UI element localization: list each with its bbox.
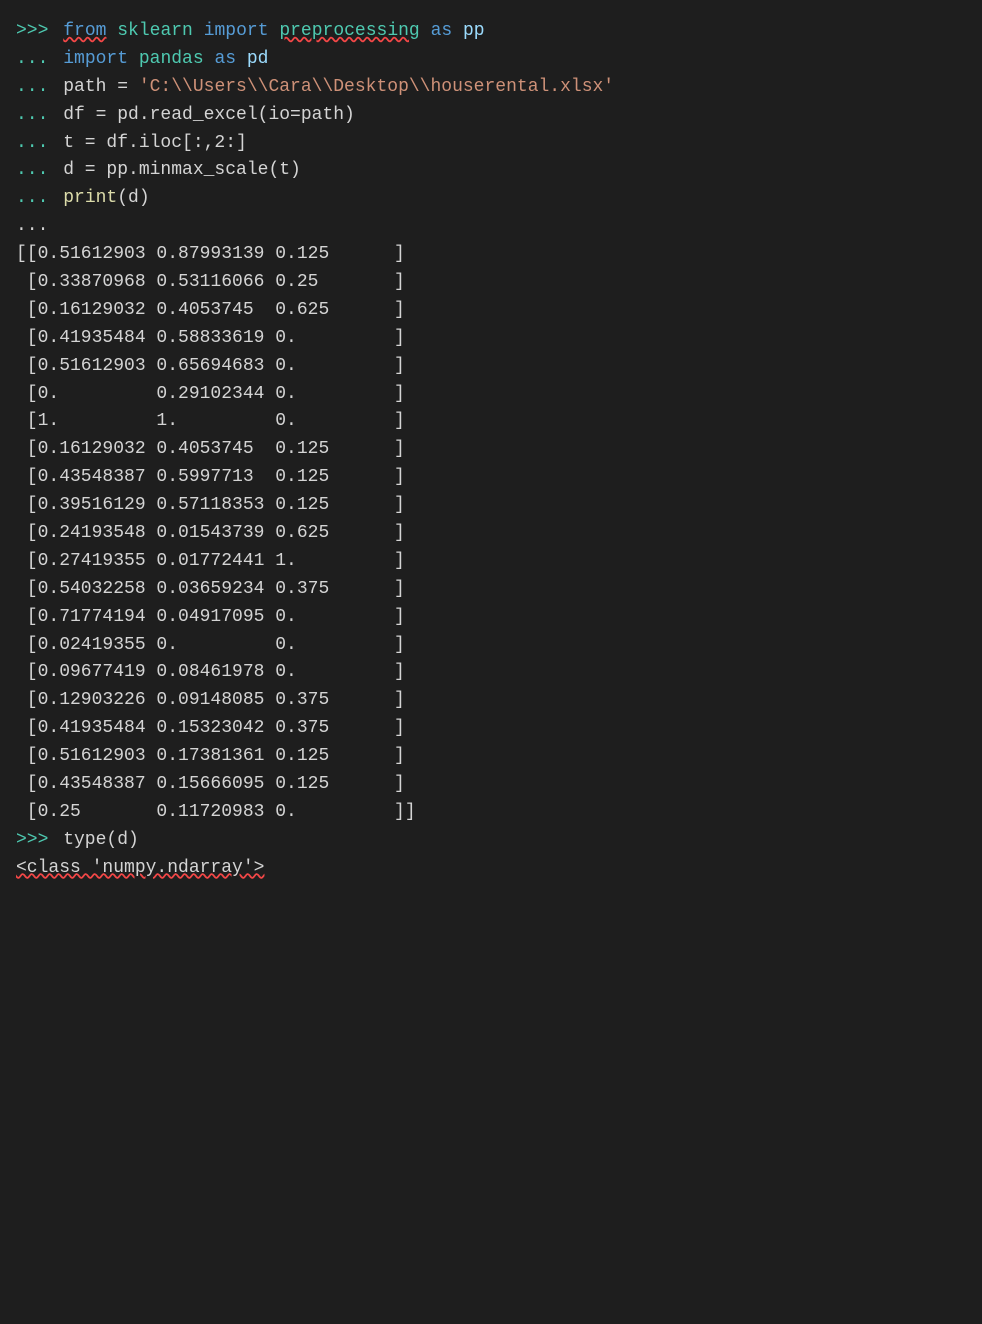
output-line: [0.12903226 0.09148085 0.375 ]: [16, 687, 966, 715]
token: preprocessing: [279, 18, 419, 46]
token: [52, 46, 63, 74]
prompt-dots: ...: [16, 130, 48, 158]
token: pandas: [139, 46, 204, 74]
token: import: [204, 18, 269, 46]
token: d = pp.minmax_scale(t): [52, 157, 300, 185]
token: sklearn: [117, 18, 193, 46]
prompt-arrow: >>>: [16, 18, 48, 46]
output-line: [0.27419355 0.01772441 1. ]: [16, 548, 966, 576]
output-line: [0.16129032 0.4053745 0.625 ]: [16, 297, 966, 325]
output-line: [0.54032258 0.03659234 0.375 ]: [16, 576, 966, 604]
prompt-dots: ...: [16, 74, 48, 102]
token: type(d): [52, 827, 138, 855]
output-line: ...: [16, 213, 966, 241]
input-line: ... df = pd.read_excel(io=path): [16, 102, 966, 130]
token: as: [431, 18, 453, 46]
output-line: [0.09677419 0.08461978 0. ]: [16, 659, 966, 687]
output-line: [0.39516129 0.57118353 0.125 ]: [16, 492, 966, 520]
output-line: [0.51612903 0.65694683 0. ]: [16, 353, 966, 381]
input-line: ... t = df.iloc[:,2:]: [16, 130, 966, 158]
output-line: [0.43548387 0.5997713 0.125 ]: [16, 464, 966, 492]
token: [420, 18, 431, 46]
input-line: ... print(d): [16, 185, 966, 213]
output-line: [0.51612903 0.17381361 0.125 ]: [16, 743, 966, 771]
output-line: [0. 0.29102344 0. ]: [16, 381, 966, 409]
token: df = pd.read_excel(io=path): [52, 102, 354, 130]
token: pd: [236, 46, 268, 74]
prompt-arrow: >>>: [16, 827, 48, 855]
output-line: [0.25 0.11720983 0. ]]: [16, 799, 966, 827]
token: import: [63, 46, 128, 74]
output-line: [0.41935484 0.58833619 0. ]: [16, 325, 966, 353]
token: [128, 46, 139, 74]
output-line: [1. 1. 0. ]: [16, 408, 966, 436]
token: t = df.iloc[:,2:]: [52, 130, 246, 158]
token: [52, 185, 63, 213]
output-line: [0.16129032 0.4053745 0.125 ]: [16, 436, 966, 464]
output-line: [0.24193548 0.01543739 0.625 ]: [16, 520, 966, 548]
output-line: [0.43548387 0.15666095 0.125 ]: [16, 771, 966, 799]
input-line: >>> from sklearn import preprocessing as…: [16, 18, 966, 46]
class-output-line: <class 'numpy.ndarray'>: [16, 855, 966, 883]
token: print: [63, 185, 117, 213]
output-line: [[0.51612903 0.87993139 0.125 ]: [16, 241, 966, 269]
token: [452, 18, 463, 46]
input-line: ... path = 'C:\\Users\\Cara\\Desktop\\ho…: [16, 74, 966, 102]
input-line: >>> type(d): [16, 827, 966, 855]
token: from: [63, 18, 106, 46]
prompt-dots: ...: [16, 102, 48, 130]
prompt-dots: ...: [16, 157, 48, 185]
token: [204, 46, 215, 74]
token: [193, 18, 204, 46]
token: pp: [463, 18, 485, 46]
token: 'C:\\Users\\Cara\\Desktop\\houserental.x…: [139, 74, 614, 102]
token: [106, 18, 117, 46]
prompt-dots: ...: [16, 185, 48, 213]
input-line: ... import pandas as pd: [16, 46, 966, 74]
input-line: ... d = pp.minmax_scale(t): [16, 157, 966, 185]
output-line: [0.33870968 0.53116066 0.25 ]: [16, 269, 966, 297]
token: [269, 18, 280, 46]
token: (d): [117, 185, 149, 213]
class-output-text: <class 'numpy.ndarray'>: [16, 855, 264, 883]
token: as: [214, 46, 236, 74]
output-line: [0.41935484 0.15323042 0.375 ]: [16, 715, 966, 743]
output-line: [0.02419355 0. 0. ]: [16, 632, 966, 660]
output-line: [0.71774194 0.04917095 0. ]: [16, 604, 966, 632]
token: path =: [52, 74, 138, 102]
prompt-dots: ...: [16, 46, 48, 74]
token: [52, 18, 63, 46]
terminal-window: >>> from sklearn import preprocessing as…: [0, 8, 982, 893]
